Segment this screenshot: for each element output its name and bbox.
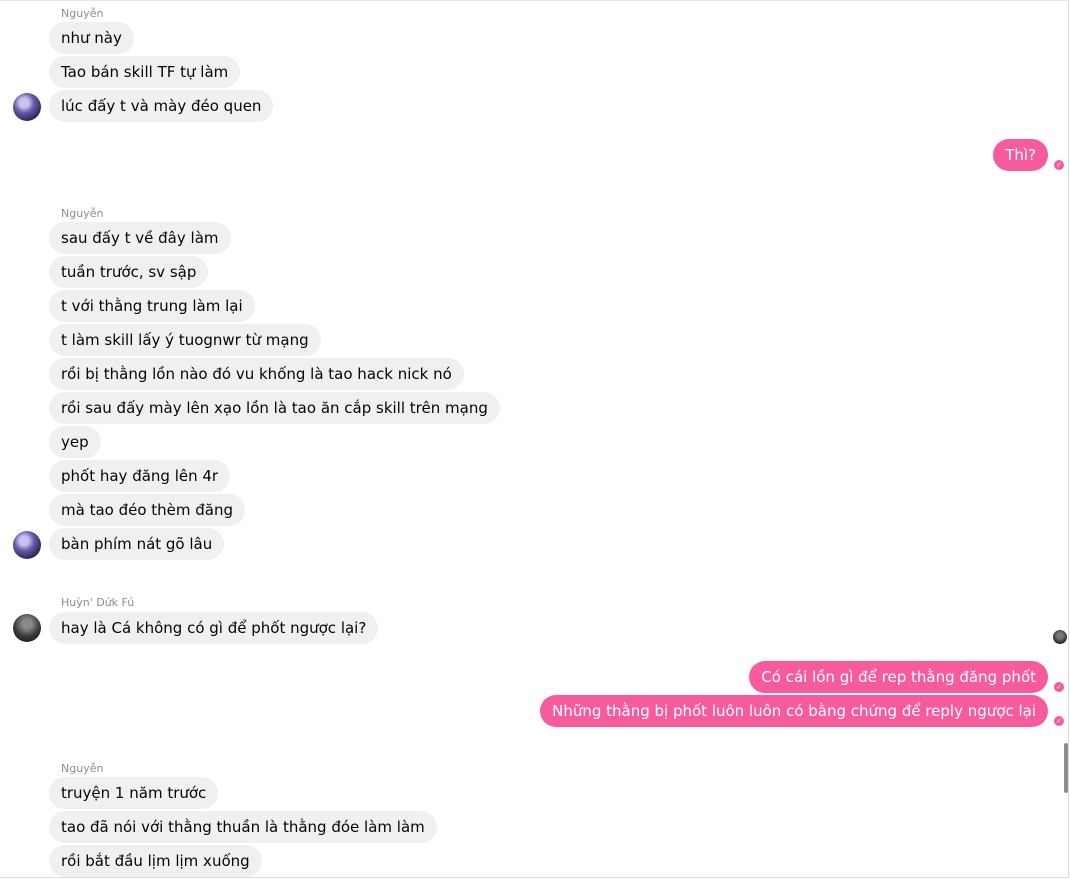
incoming-message[interactable]: t với thằng trung làm lại: [49, 290, 255, 322]
incoming-message[interactable]: tao đã nói với thằng thuần là thằng đóe …: [49, 811, 437, 843]
incoming-message[interactable]: Tao bán skill TF tự làm: [49, 56, 241, 88]
incoming-message[interactable]: rồi bị thằng lồn nào đó vu khống là tao …: [49, 358, 464, 390]
incoming-message[interactable]: mà tao đéo thèm đăng: [49, 494, 246, 526]
incoming-message[interactable]: sau đấy t về đây làm: [49, 222, 231, 254]
incoming-message[interactable]: yep: [49, 426, 101, 458]
incoming-message[interactable]: t làm skill lấy ý tuognwr từ mạng: [49, 324, 321, 356]
sender-name: Nguyễn: [61, 207, 104, 220]
sender-name: Nguyễn: [61, 762, 104, 775]
scrollbar-thumb[interactable]: [1064, 743, 1068, 793]
sender-name: Huỳn' Dứk Fú: [61, 596, 135, 609]
avatar[interactable]: [13, 93, 41, 121]
incoming-message[interactable]: phốt hay đăng lên 4r: [49, 460, 231, 492]
sender-name: Nguyễn: [61, 7, 104, 20]
incoming-message[interactable]: bàn phím nát gõ lâu: [49, 528, 225, 560]
avatar[interactable]: [13, 531, 41, 559]
avatar[interactable]: [13, 614, 41, 642]
scrollbar[interactable]: [1064, 0, 1068, 879]
chat-window: [0, 0, 1069, 878]
outgoing-message[interactable]: Thì?: [993, 139, 1048, 171]
incoming-message[interactable]: truyện 1 năm trước: [49, 777, 219, 809]
check-circle-icon: [1054, 716, 1064, 726]
outgoing-message[interactable]: Những thằng bị phốt luôn luôn có bằng ch…: [540, 695, 1048, 727]
incoming-message[interactable]: như này: [49, 22, 134, 54]
incoming-message[interactable]: rồi bắt đầu lịm lịm xuống: [49, 845, 262, 877]
incoming-message[interactable]: tuần trước, sv sập: [49, 256, 209, 288]
incoming-message[interactable]: lúc đấy t và mày đéo quen: [49, 90, 274, 122]
outgoing-message[interactable]: Có cái lồn gì để rep thằng đăng phốt: [749, 661, 1048, 693]
check-circle-icon: [1054, 682, 1064, 692]
incoming-message[interactable]: hay là Cá không có gì để phốt ngược lại?: [49, 612, 379, 644]
incoming-message[interactable]: rồi sau đấy mày lên xạo lồn là tao ăn cắ…: [49, 392, 500, 424]
check-circle-icon: [1054, 160, 1064, 170]
